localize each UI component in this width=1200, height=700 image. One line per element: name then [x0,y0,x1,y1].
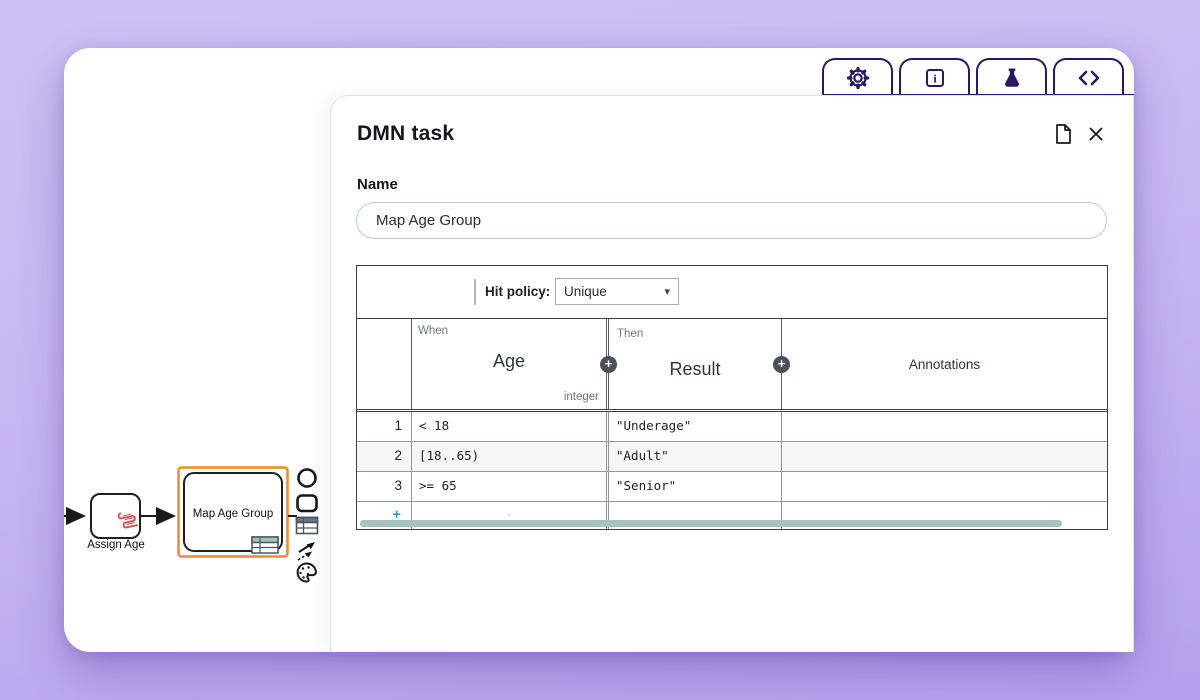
hit-policy-row: Hit policy: Unique ▾ [357,266,1107,319]
panel-title: DMN task [357,122,454,146]
code-icon [1076,67,1102,89]
name-input[interactable] [356,202,1107,239]
then-label: Then [617,328,643,340]
gear-icon [845,65,871,91]
rule-output-cell[interactable]: "Underage" [609,412,782,441]
hit-policy-value: Unique [564,284,607,299]
info-icon: i [923,66,947,90]
output-column-header[interactable]: Then Result [609,319,782,409]
add-input-column-button[interactable]: + [600,356,617,373]
annotations-column-header: Annotations [782,319,1107,409]
app-window: i [0,0,1200,700]
rule-annotation-cell[interactable] [782,472,1107,501]
dmn-table-marker-icon [252,537,278,553]
name-label: Name [357,176,398,193]
rule-row: 3 >= 65 "Senior" [357,472,1107,502]
add-output-column-button[interactable]: + [773,356,790,373]
append-end-event-icon[interactable] [299,470,316,487]
svg-text:i: i [933,72,937,86]
rule-number: 3 [357,472,412,501]
input-column-name[interactable]: Age [412,351,606,372]
add-rule-row: + - [357,502,1107,529]
hit-policy-select[interactable]: Unique ▾ [555,278,679,305]
tab-settings[interactable] [822,58,893,96]
document-icon[interactable] [1053,123,1073,150]
rule-annotation-cell[interactable] [782,442,1107,471]
close-icon[interactable] [1087,125,1105,148]
palette-icon[interactable] [298,563,316,581]
rule-row: 1 < 18 "Underage" [357,412,1107,442]
when-label: When [418,325,448,337]
task-map-age-group-label: Map Age Group [193,508,274,520]
flask-icon [1000,66,1024,90]
hit-policy-divider [474,279,476,305]
rule-input-cell[interactable]: < 18 [412,412,609,441]
rule-number: 1 [357,412,412,441]
properties-panel: DMN task Name Hit policy: [330,95,1134,652]
input-column-header[interactable]: When Age integer [412,319,609,409]
tab-lab[interactable] [976,58,1047,96]
chevron-down-icon: ▾ [664,285,670,298]
hit-policy-label: Hit policy: [485,266,550,318]
tab-info[interactable]: i [899,58,970,96]
horizontal-scrollbar[interactable] [360,520,1062,527]
rule-input-cell[interactable]: >= 65 [412,472,609,501]
annotations-label: Annotations [782,357,1107,372]
connect-tool-icon[interactable] [298,542,315,560]
rule-output-cell[interactable]: "Adult" [609,442,782,471]
rule-annotation-cell[interactable] [782,412,1107,441]
header-number-cell [357,319,412,409]
bpmn-canvas: Assign Age Map Age Group [50,430,335,615]
view-tabbar: i [822,58,1134,96]
rule-output-cell[interactable]: "Senior" [609,472,782,501]
rule-number: 2 [357,442,412,471]
table-header-row: When Age integer Then Result Annotations… [357,319,1107,412]
task-assign-age-label: Assign Age [87,539,145,551]
append-task-icon[interactable] [298,496,317,512]
output-column-name[interactable]: Result [609,359,781,380]
append-decision-table-icon[interactable] [297,518,318,534]
tab-code[interactable] [1053,58,1124,96]
input-column-type[interactable]: integer [564,391,599,403]
rule-row: 2 [18..65) "Adult" [357,442,1107,472]
contextpad [297,470,318,582]
decision-table: Hit policy: Unique ▾ When Age integer Th… [356,265,1108,530]
rule-input-cell[interactable]: [18..65) [412,442,609,471]
